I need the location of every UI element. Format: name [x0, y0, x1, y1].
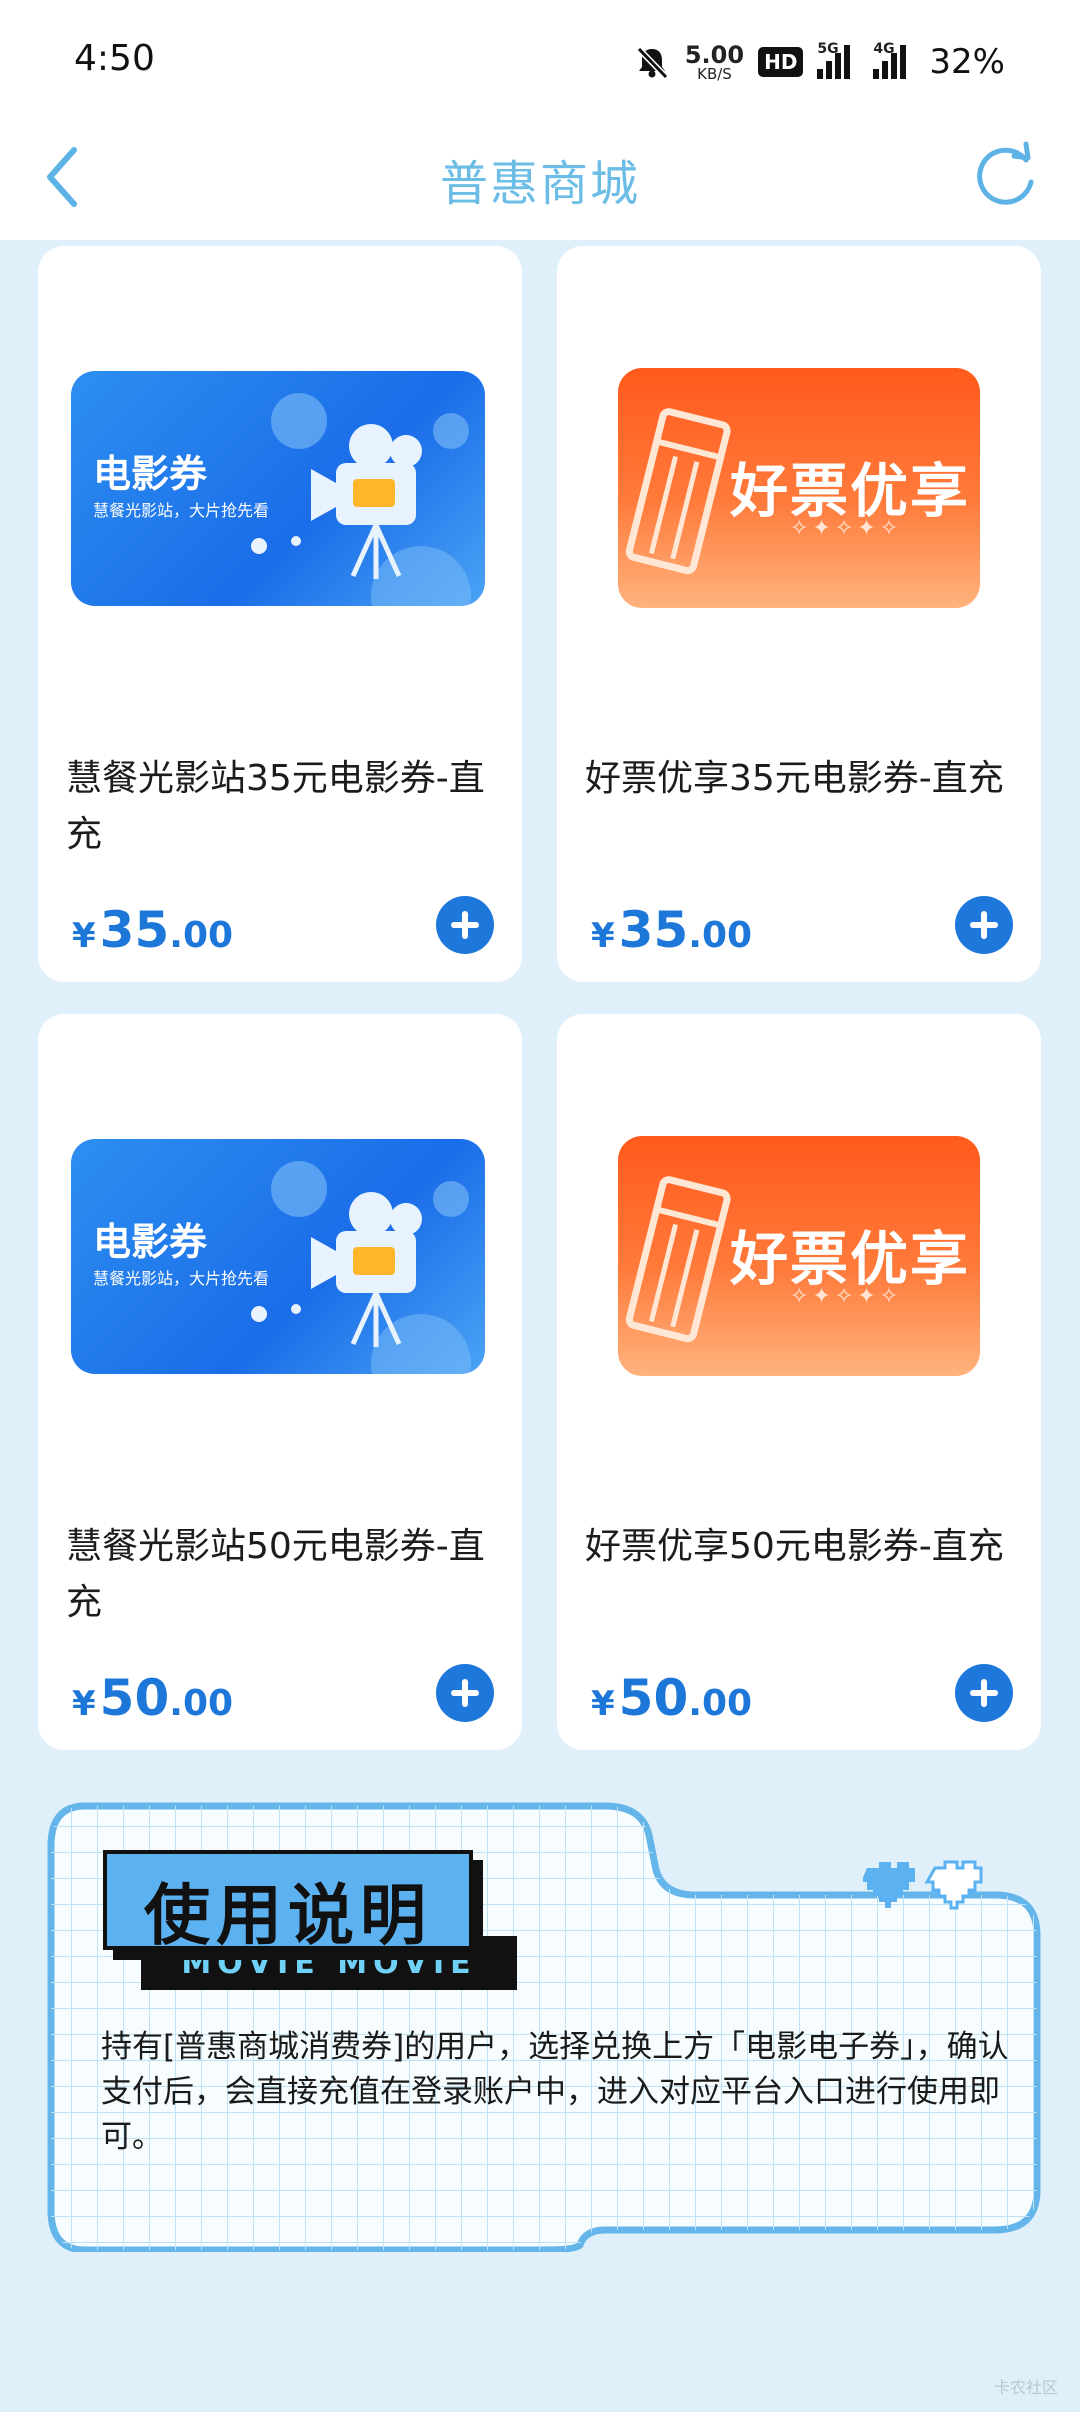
add-to-cart-button[interactable]	[436, 1664, 494, 1722]
header: 普惠商城	[0, 120, 1080, 240]
hd-badge: HD	[758, 47, 804, 77]
product-name: 慧餐光影站35元电影券-直充	[66, 758, 485, 855]
product-price: ¥ 50 .00	[591, 1669, 752, 1727]
instructions-panel: MOVIE MOVIE 使用说明 持有[普惠商城消费券]的用户，选择兑换上方「电…	[45, 1800, 1043, 2252]
currency-symbol: ¥	[72, 1684, 96, 1724]
net-speed-unit: KB/S	[697, 64, 732, 83]
voucher-image-title: 电影券	[93, 1220, 208, 1264]
signal-5g-tag: 5G	[817, 41, 839, 57]
movie-voucher-image: 电影券 慧餐光影站，大片抢先看	[71, 371, 485, 606]
product-name: 好票优享50元电影券-直充	[585, 1526, 1004, 1567]
product-name: 慧餐光影站50元电影券-直充	[66, 1526, 485, 1623]
product-card[interactable]: 电影券 慧餐光影站，大片抢先看 慧餐光影站50元电影券-直充 ¥ 50 .00	[38, 1014, 522, 1750]
price-integer: 50	[618, 1669, 689, 1727]
status-time: 4:50	[74, 38, 155, 79]
status-icons: 5.00 KB/S HD 5G 4G 32%	[633, 38, 1005, 86]
voucher-image-stars: ✧✦✧✦✧	[790, 1284, 903, 1309]
net-speed: 5.00 KB/S	[685, 43, 744, 82]
currency-symbol: ¥	[591, 1684, 615, 1724]
product-card[interactable]: 好票优享 ✧✦✧✦✧ 好票优享35元电影券-直充 ¥ 35 .00	[557, 246, 1041, 982]
net-speed-value: 5.00	[684, 40, 745, 69]
movie-voucher-image: 电影券 慧餐光影站，大片抢先看	[71, 1139, 485, 1374]
price-decimal: .00	[169, 915, 234, 956]
price-integer: 35	[618, 901, 689, 959]
product-price: ¥ 35 .00	[591, 901, 752, 959]
status-bar: 4:50 5.00 KB/S HD 5G 4G 32%	[0, 0, 1080, 120]
ticket-voucher-image: 好票优享 ✧✦✧✦✧	[618, 368, 980, 608]
instructions-text: 持有[普惠商城消费券]的用户，选择兑换上方「电影电子券」，确认支付后，会直接充值…	[101, 2029, 1009, 2155]
price-decimal: .00	[169, 1683, 234, 1724]
instructions-title-box: 使用说明	[103, 1850, 473, 1954]
signal-5g-icon: 5G	[817, 41, 859, 79]
product-card[interactable]: 电影券 慧餐光影站，大片抢先看 慧餐光影站35元电影券-直充 ¥ 35 .00	[38, 246, 522, 982]
ticket-voucher-image: 好票优享 ✧✦✧✦✧	[618, 1136, 980, 1376]
product-card[interactable]: 好票优享 ✧✦✧✦✧ 好票优享50元电影券-直充 ¥ 50 .00	[557, 1014, 1041, 1750]
instructions-title: 使用说明	[144, 1877, 432, 1954]
product-name: 好票优享35元电影券-直充	[585, 758, 1004, 799]
refresh-icon[interactable]	[968, 140, 1042, 214]
currency-symbol: ¥	[72, 916, 96, 956]
voucher-image-title: 电影券	[93, 452, 208, 496]
voucher-image-stars: ✧✦✧✦✧	[790, 516, 903, 541]
price-decimal: .00	[688, 915, 753, 956]
watermark: 卡农社区	[993, 2378, 1058, 2397]
add-to-cart-button[interactable]	[955, 896, 1013, 954]
mute-bell-icon	[636, 46, 669, 80]
voucher-image-subtitle: 慧餐光影站，大片抢先看	[93, 501, 270, 520]
currency-symbol: ¥	[591, 916, 615, 956]
add-to-cart-button[interactable]	[955, 1664, 1013, 1722]
product-price: ¥ 35 .00	[72, 901, 233, 959]
price-integer: 50	[99, 1669, 170, 1727]
page-title: 普惠商城	[439, 156, 640, 212]
add-to-cart-button[interactable]	[436, 896, 494, 954]
signal-4g-tag: 4G	[873, 41, 895, 57]
pixel-hearts-icon	[863, 1860, 983, 1910]
voucher-image-subtitle: 慧餐光影站，大片抢先看	[93, 1269, 270, 1288]
battery-percent: 32%	[929, 42, 1005, 82]
price-integer: 35	[99, 901, 170, 959]
price-decimal: .00	[688, 1683, 753, 1724]
product-price: ¥ 50 .00	[72, 1669, 233, 1727]
signal-4g-icon: 4G	[873, 41, 915, 79]
